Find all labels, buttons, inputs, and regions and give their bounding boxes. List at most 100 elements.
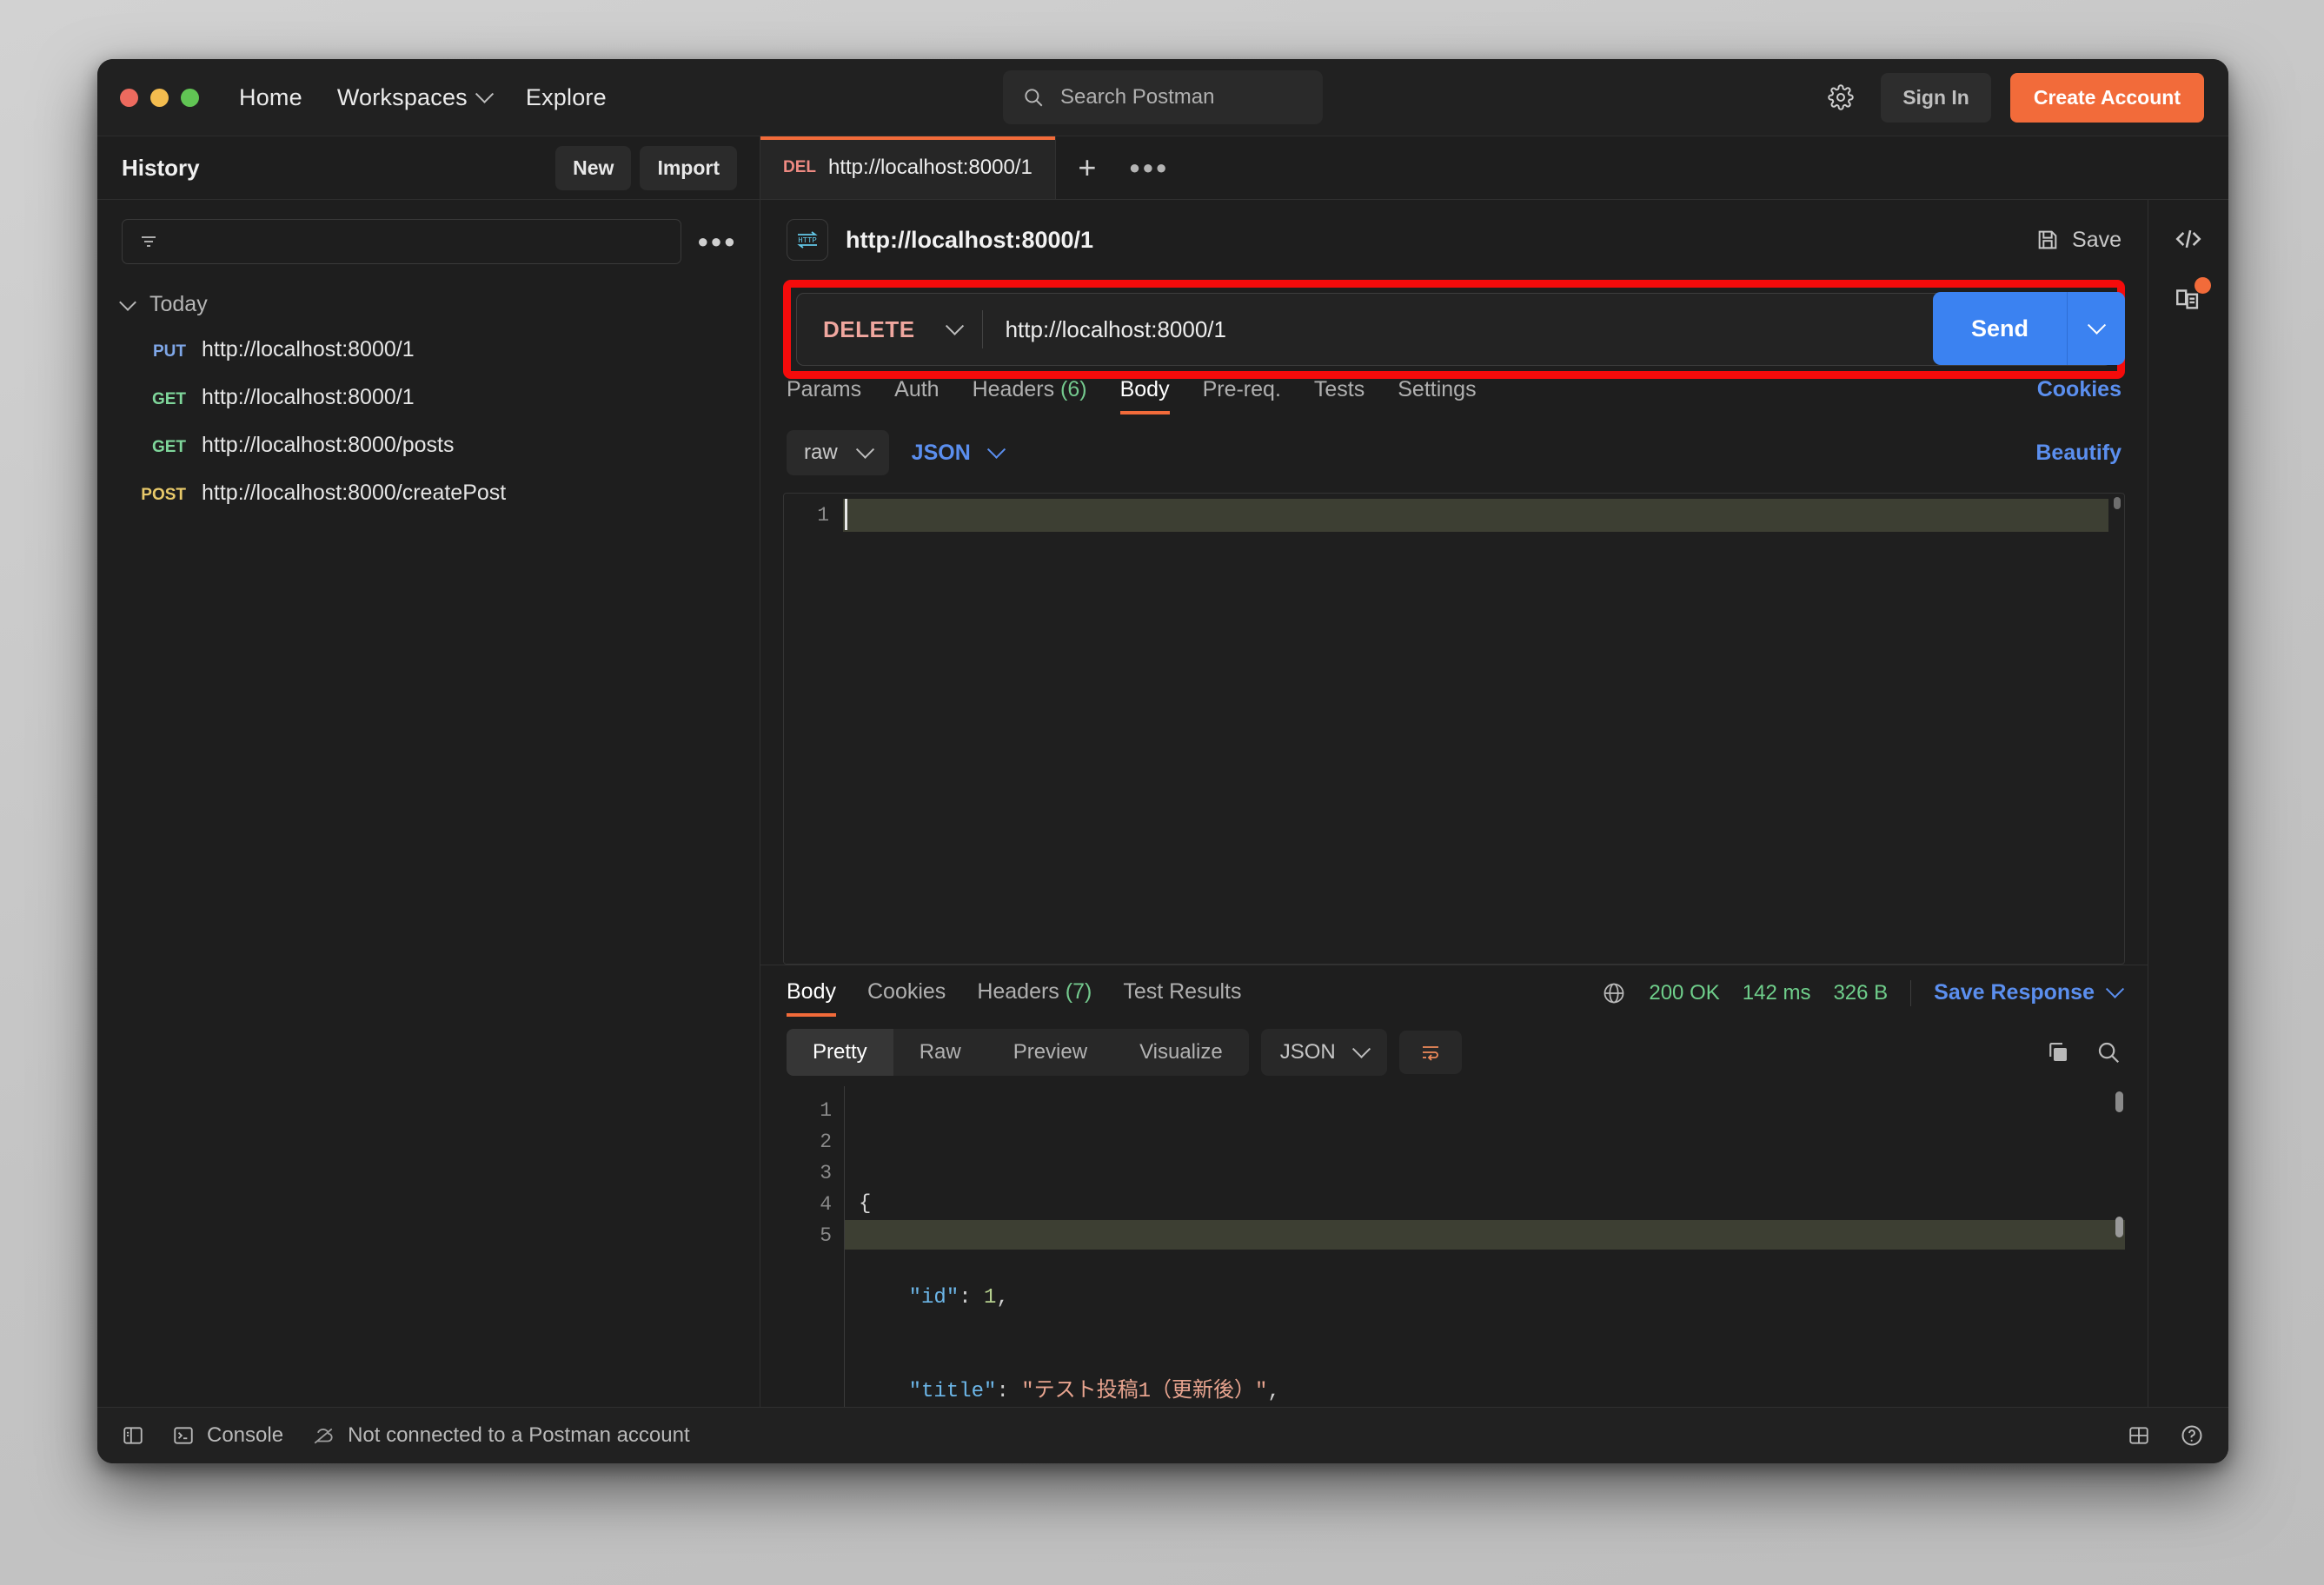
- view-mode-raw[interactable]: Raw: [893, 1029, 987, 1076]
- title-bar-actions: Sign In Create Account: [1820, 72, 2204, 123]
- http-method-value: DELETE: [823, 315, 915, 342]
- chevron-down-icon: [119, 293, 136, 311]
- save-response-button[interactable]: Save Response: [1934, 979, 2125, 1005]
- more-horizontal-icon[interactable]: ●●●: [697, 230, 737, 253]
- send-options-dropdown[interactable]: [2067, 292, 2125, 365]
- search-icon[interactable]: [2095, 1039, 2121, 1065]
- import-button[interactable]: Import: [640, 145, 737, 190]
- request-tab[interactable]: DEL http://localhost:8000/1: [760, 136, 1056, 199]
- tab-tests[interactable]: Tests: [1314, 377, 1365, 414]
- tab-settings[interactable]: Settings: [1398, 377, 1476, 414]
- history-item-method: POST: [141, 486, 186, 504]
- history-item-url: http://localhost:8000/1: [202, 337, 415, 361]
- save-request-button[interactable]: Save: [2035, 228, 2121, 253]
- response-tab-body-label: Body: [787, 979, 836, 1004]
- send-button-group: Send: [1932, 292, 2125, 365]
- tab-auth-label: Auth: [894, 377, 940, 401]
- history-filter-input[interactable]: [122, 219, 682, 264]
- list-item[interactable]: GET http://localhost:8000/1: [122, 374, 760, 421]
- more-horizontal-icon[interactable]: ●●●: [1119, 136, 1179, 199]
- status-bar: Console Not connected to a Postman accou…: [97, 1407, 2228, 1463]
- response-tabs: Body Cookies Headers (7) Test Results 20…: [760, 965, 2148, 1017]
- view-mode-visualize[interactable]: Visualize: [1113, 1029, 1249, 1076]
- search-input[interactable]: [1059, 84, 1304, 110]
- right-rail: [2148, 200, 2228, 1407]
- maximize-window-button[interactable]: [181, 88, 199, 107]
- response-tab-cookies-label: Cookies: [867, 979, 946, 1004]
- history-item-method: GET: [151, 438, 186, 456]
- body-type-select[interactable]: raw: [787, 430, 889, 475]
- plus-icon[interactable]: +: [1056, 136, 1119, 199]
- create-account-button[interactable]: Create Account: [2009, 72, 2204, 123]
- body-options-row: raw JSON Beautify: [760, 414, 2148, 487]
- global-search[interactable]: [1003, 70, 1323, 124]
- tab-headers[interactable]: Headers (6): [973, 377, 1087, 414]
- history-item-url: http://localhost:8000/posts: [202, 433, 455, 457]
- nav-item-workspaces[interactable]: Workspaces: [337, 84, 494, 111]
- history-group-label: Today: [149, 292, 208, 316]
- body-type-value: raw: [804, 441, 838, 464]
- response-tab-test-results[interactable]: Test Results: [1123, 979, 1241, 1017]
- list-item[interactable]: POST http://localhost:8000/createPost: [122, 469, 760, 517]
- response-tab-cookies[interactable]: Cookies: [867, 979, 946, 1017]
- editor-text-area[interactable]: [843, 494, 2124, 964]
- code-brackets-icon[interactable]: [2174, 224, 2203, 254]
- response-format-select[interactable]: JSON: [1260, 1029, 1387, 1076]
- tab-auth[interactable]: Auth: [894, 377, 939, 414]
- wrap-lines-icon[interactable]: [1398, 1031, 1462, 1074]
- sidebar-toggle-icon[interactable]: [122, 1424, 144, 1447]
- request-body-editor[interactable]: 1: [783, 493, 2125, 965]
- chevron-down-icon: [2105, 979, 2125, 998]
- editor-line-numbers: 1: [784, 494, 843, 964]
- response-size: 326 B: [1833, 980, 1889, 1005]
- response-line-number: 1: [820, 1099, 832, 1122]
- view-mode-preview[interactable]: Preview: [987, 1029, 1113, 1076]
- close-window-button[interactable]: [120, 88, 138, 107]
- filter-row: ●●●: [97, 200, 760, 273]
- request-tab-method: DEL: [783, 158, 816, 176]
- nav-item-explore[interactable]: Explore: [526, 84, 607, 111]
- response-line-number: 2: [820, 1131, 832, 1153]
- tab-body[interactable]: Body: [1119, 377, 1170, 414]
- console-button[interactable]: Console: [172, 1423, 283, 1448]
- chevron-down-icon: [986, 440, 1006, 459]
- view-mode-pretty[interactable]: Pretty: [787, 1029, 893, 1076]
- list-item[interactable]: PUT http://localhost:8000/1: [122, 326, 760, 374]
- body-language-select[interactable]: JSON: [912, 440, 1006, 466]
- request-title-row: HTTP http://localhost:8000/1 Save: [760, 200, 2148, 273]
- chevron-down-icon: [945, 316, 964, 335]
- new-button[interactable]: New: [555, 145, 632, 190]
- copy-icon[interactable]: [2045, 1039, 2071, 1065]
- nav-item-home-label: Home: [239, 83, 302, 110]
- history-group-today[interactable]: Today: [97, 273, 760, 326]
- send-button[interactable]: Send: [1932, 292, 2067, 365]
- workspace-split: History New Import ●●● Today PUT http://…: [97, 136, 2228, 1407]
- minimize-window-button[interactable]: [150, 88, 169, 107]
- response-body-viewer[interactable]: 1 2 3 4 5 { "id": 1, "title": "テスト投稿1（更新…: [783, 1086, 2125, 1407]
- layout-icon[interactable]: [2128, 1424, 2150, 1447]
- documentation-icon[interactable]: [2174, 277, 2211, 313]
- list-item[interactable]: GET http://localhost:8000/posts: [122, 421, 760, 469]
- tab-settings-label: Settings: [1398, 377, 1477, 401]
- beautify-button[interactable]: Beautify: [2035, 441, 2121, 466]
- response-tab-headers[interactable]: Headers (7): [977, 979, 1092, 1017]
- response-tab-headers-count: (7): [1065, 979, 1092, 1004]
- tab-headers-count: (6): [1060, 377, 1087, 401]
- sign-in-button[interactable]: Sign In: [1881, 72, 1991, 123]
- account-status[interactable]: Not connected to a Postman account: [311, 1423, 690, 1448]
- editor-scrollbar[interactable]: [2114, 497, 2121, 509]
- tab-params[interactable]: Params: [787, 377, 861, 414]
- tab-body-label: Body: [1119, 377, 1170, 401]
- response-tab-body[interactable]: Body: [787, 979, 836, 1017]
- code-line: "id": 1,: [908, 1286, 1009, 1310]
- tab-pre-request[interactable]: Pre-req.: [1203, 377, 1281, 414]
- response-line-number: 3: [820, 1162, 832, 1184]
- tab-headers-label: Headers: [972, 377, 1055, 401]
- cookies-link[interactable]: Cookies: [2037, 377, 2121, 414]
- nav-item-home[interactable]: Home: [239, 84, 302, 111]
- response-scrollbar-marker[interactable]: [2115, 1217, 2123, 1237]
- gear-icon[interactable]: [1820, 76, 1862, 118]
- http-method-select[interactable]: DELETE: [797, 294, 982, 365]
- help-circle-icon[interactable]: [2180, 1423, 2204, 1448]
- response-scrollbar[interactable]: [2115, 1091, 2123, 1112]
